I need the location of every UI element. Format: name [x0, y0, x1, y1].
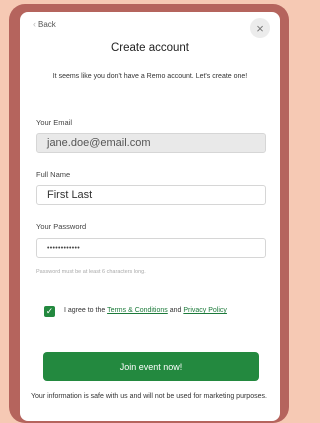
email-field[interactable]: jane.doe@email.com — [36, 133, 266, 153]
join-event-button[interactable]: Join event now! — [43, 352, 259, 381]
back-button[interactable]: ‹ Back — [33, 19, 56, 29]
password-field[interactable]: •••••••••••• — [36, 238, 266, 258]
create-account-dialog: ‹ Back × Create account It seems like yo… — [20, 12, 280, 421]
terms-link[interactable]: Terms & Conditions — [107, 307, 168, 314]
consent-text: I agree to the Terms & Conditions and Pr… — [64, 307, 227, 314]
close-icon: × — [256, 20, 264, 36]
back-label: Back — [38, 19, 56, 29]
chevron-left-icon: ‹ — [33, 19, 36, 29]
password-hint: Password must be at least 6 characters l… — [36, 269, 146, 275]
full-name-label: Full Name — [36, 170, 71, 179]
consent-checkbox[interactable]: ✓ — [44, 306, 55, 317]
privacy-note: Your information is safe with us and wil… — [31, 393, 267, 400]
close-button[interactable]: × — [250, 18, 270, 38]
privacy-policy-link[interactable]: Privacy Policy — [183, 307, 227, 314]
checkmark-icon: ✓ — [45, 306, 54, 316]
email-label: Your Email — [36, 118, 72, 127]
dialog-subtitle: It seems like you don't have a Remo acco… — [52, 73, 248, 80]
password-label: Your Password — [36, 222, 87, 231]
dialog-title: Create account — [111, 42, 189, 54]
full-name-field[interactable]: First Last — [36, 185, 266, 205]
